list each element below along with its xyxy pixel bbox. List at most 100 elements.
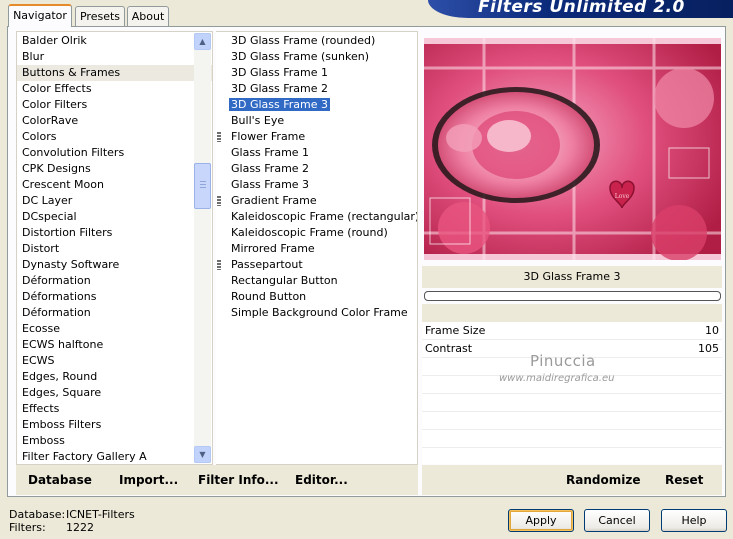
filter-item-label: Rectangular Button bbox=[231, 274, 338, 287]
filter-item[interactable]: 3D Glass Frame (rounded) bbox=[226, 33, 417, 49]
filter-item[interactable]: Mirrored Frame bbox=[226, 241, 417, 257]
filter-item[interactable]: Glass Frame 3 bbox=[226, 177, 417, 193]
param-value: 10 bbox=[705, 324, 719, 337]
category-item[interactable]: Edges, Square bbox=[17, 385, 212, 401]
category-item[interactable]: Balder Olrik bbox=[17, 33, 212, 49]
filter-item[interactable]: Rectangular Button bbox=[226, 273, 417, 289]
category-item[interactable]: Ecosse bbox=[17, 321, 212, 337]
preview-caption: 3D Glass Frame 3 bbox=[422, 266, 722, 288]
filter-item[interactable]: Glass Frame 2 bbox=[226, 161, 417, 177]
category-item[interactable]: Déformation bbox=[17, 305, 212, 321]
category-item[interactable]: ColorRave bbox=[17, 113, 212, 129]
category-item[interactable]: Déformation bbox=[17, 273, 212, 289]
category-item[interactable]: Blur bbox=[17, 49, 212, 65]
status-database: Database: ICNET-Filters bbox=[9, 508, 135, 521]
preset-grip-icon bbox=[217, 132, 221, 142]
filter-item-label: Round Button bbox=[231, 290, 307, 303]
category-item[interactable]: Emboss bbox=[17, 433, 212, 449]
category-item[interactable]: Color Effects bbox=[17, 81, 212, 97]
scroll-up-button[interactable]: ▲ bbox=[194, 33, 211, 50]
category-scrollbar[interactable]: ▲ ▼ bbox=[194, 33, 211, 463]
param-row-empty bbox=[422, 430, 722, 448]
watermark-name: Pinuccia bbox=[530, 352, 596, 370]
filter-list[interactable]: 3D Glass Frame (rounded) 3D Glass Frame (… bbox=[216, 31, 418, 465]
editor-button[interactable]: Editor... bbox=[295, 473, 348, 487]
param-row-empty bbox=[422, 412, 722, 430]
tab-presets[interactable]: Presets bbox=[75, 6, 125, 26]
param-row[interactable]: Frame Size 10 bbox=[422, 322, 722, 340]
preset-grip-icon bbox=[217, 196, 221, 206]
filter-item[interactable]: Flower Frame bbox=[217, 129, 417, 145]
filter-item[interactable]: 3D Glass Frame 3 bbox=[226, 97, 417, 113]
scroll-thumb[interactable] bbox=[194, 163, 211, 209]
param-row-empty bbox=[422, 448, 722, 466]
category-item[interactable]: ECWS bbox=[17, 353, 212, 369]
filter-item[interactable]: Simple Background Color Frame bbox=[226, 305, 417, 321]
filter-item[interactable]: Bull's Eye bbox=[226, 113, 417, 129]
filter-item-label: Kaleidoscopic Frame (rectangular) bbox=[231, 210, 418, 223]
progress-bar bbox=[424, 291, 721, 301]
database-button[interactable]: Database bbox=[28, 473, 92, 487]
category-item[interactable]: Filter Factory Gallery A bbox=[17, 449, 212, 464]
category-item[interactable]: Effects bbox=[17, 401, 212, 417]
filter-item-label: Passepartout bbox=[231, 258, 303, 271]
category-item[interactable]: DC Layer bbox=[17, 193, 212, 209]
banner-title: Filters Unlimited 2.0 bbox=[478, 0, 685, 17]
watermark-url: www.maidiregrafica.eu bbox=[499, 373, 615, 384]
tab-about[interactable]: About bbox=[127, 6, 169, 26]
parameter-list: Frame Size 10 Contrast 105 bbox=[422, 322, 722, 466]
heart-text: Love bbox=[615, 193, 630, 200]
scroll-down-button[interactable]: ▼ bbox=[194, 446, 211, 463]
preview-image: Love bbox=[424, 38, 721, 260]
randomize-button[interactable]: Randomize bbox=[566, 473, 640, 487]
status-filters-value: 1222 bbox=[66, 521, 94, 534]
reset-button[interactable]: Reset bbox=[665, 473, 703, 487]
category-list[interactable]: Balder Olrik Blur Buttons & Frames Color Ef… bbox=[16, 31, 213, 465]
category-item[interactable]: Convolution Filters bbox=[17, 145, 212, 161]
cancel-button[interactable]: Cancel bbox=[584, 509, 650, 532]
preset-grip-icon bbox=[217, 260, 221, 270]
filter-item-label: Mirrored Frame bbox=[231, 242, 315, 255]
category-item[interactable]: Dynasty Software bbox=[17, 257, 212, 273]
filter-item[interactable]: Kaleidoscopic Frame (rectangular) bbox=[226, 209, 417, 225]
category-item[interactable]: Emboss Filters bbox=[17, 417, 212, 433]
filter-item-label: 3D Glass Frame 1 bbox=[231, 66, 329, 79]
filter-item-label: Bull's Eye bbox=[231, 114, 285, 127]
category-item[interactable]: ECWS halftone bbox=[17, 337, 212, 353]
status-database-label: Database: bbox=[9, 508, 66, 521]
category-item[interactable]: CPK Designs bbox=[17, 161, 212, 177]
preview-artwork: Love bbox=[424, 38, 721, 260]
category-item[interactable]: Crescent Moon bbox=[17, 177, 212, 193]
filter-item-label: Kaleidoscopic Frame (round) bbox=[231, 226, 388, 239]
category-item[interactable]: Buttons & Frames bbox=[17, 65, 212, 81]
filter-item[interactable]: Passepartout bbox=[217, 257, 417, 273]
filter-item-label: Glass Frame 2 bbox=[231, 162, 310, 175]
filter-item-label: Flower Frame bbox=[231, 130, 306, 143]
filter-item[interactable]: Gradient Frame bbox=[217, 193, 417, 209]
filter-info-button[interactable]: Filter Info... bbox=[198, 473, 279, 487]
filter-item[interactable]: 3D Glass Frame 2 bbox=[226, 81, 417, 97]
param-value: 105 bbox=[698, 342, 719, 355]
import-button[interactable]: Import... bbox=[119, 473, 178, 487]
filter-item[interactable]: 3D Glass Frame (sunken) bbox=[226, 49, 417, 65]
status-filters: Filters: 1222 bbox=[9, 521, 94, 534]
filter-item[interactable]: Kaleidoscopic Frame (round) bbox=[226, 225, 417, 241]
category-item[interactable]: Distortion Filters bbox=[17, 225, 212, 241]
tab-navigator[interactable]: Navigator bbox=[8, 4, 72, 27]
category-item[interactable]: DCspecial bbox=[17, 209, 212, 225]
category-item[interactable]: Déformations bbox=[17, 289, 212, 305]
filter-item[interactable]: Glass Frame 1 bbox=[226, 145, 417, 161]
help-button[interactable]: Help bbox=[661, 509, 727, 532]
category-item[interactable]: Colors bbox=[17, 129, 212, 145]
filter-item[interactable]: 3D Glass Frame 1 bbox=[226, 65, 417, 81]
category-item[interactable]: Distort bbox=[17, 241, 212, 257]
category-item[interactable]: Edges, Round bbox=[17, 369, 212, 385]
filter-item[interactable]: Round Button bbox=[226, 289, 417, 305]
param-row-empty bbox=[422, 394, 722, 412]
params-spacer bbox=[422, 304, 722, 322]
status-filters-label: Filters: bbox=[9, 521, 46, 534]
filter-item-label: Simple Background Color Frame bbox=[231, 306, 408, 319]
param-label: Frame Size bbox=[425, 324, 486, 337]
apply-button[interactable]: Apply bbox=[508, 509, 574, 532]
category-item[interactable]: Color Filters bbox=[17, 97, 212, 113]
